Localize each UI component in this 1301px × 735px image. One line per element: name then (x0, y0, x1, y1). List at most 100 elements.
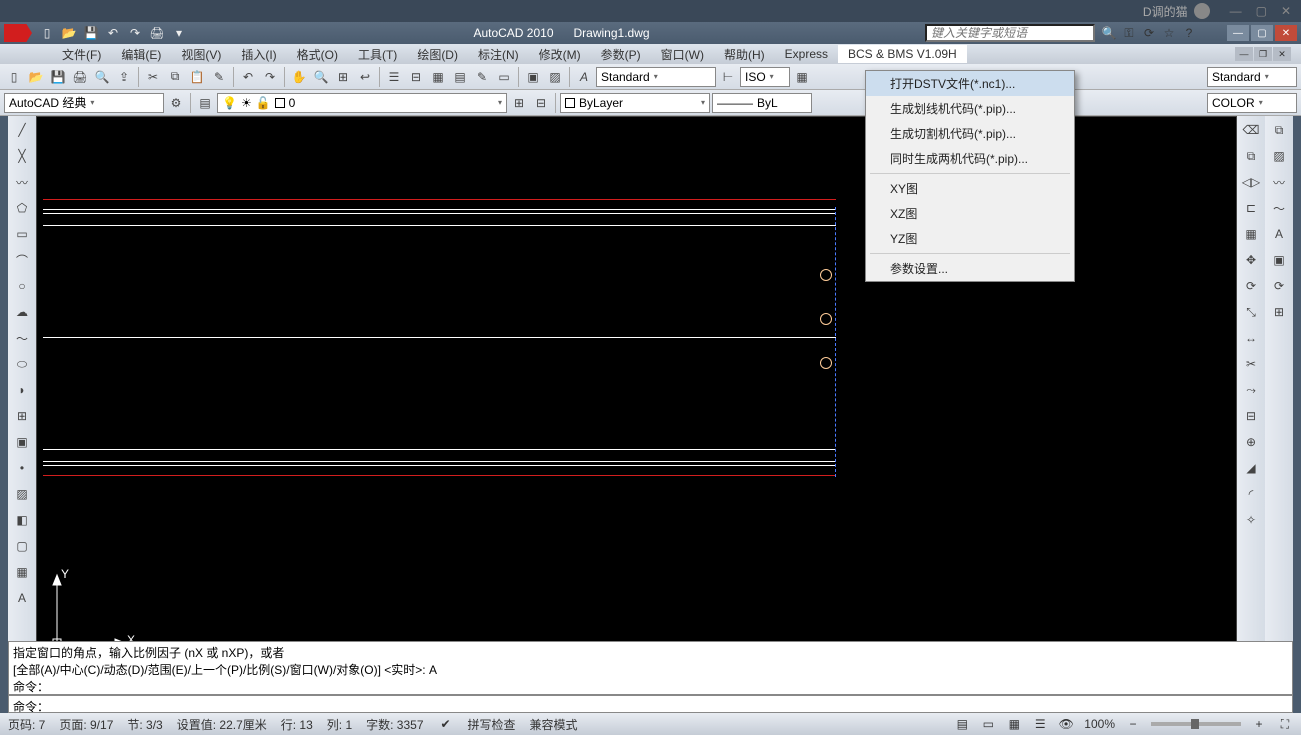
sheetset-icon[interactable]: ▤ (450, 67, 470, 87)
view-web-icon[interactable]: ▦ (1006, 716, 1022, 732)
zoom-value[interactable]: 100% (1084, 717, 1115, 731)
rectangle-icon[interactable]: ▭ (12, 224, 32, 244)
calc-icon[interactable]: ▭ (494, 67, 514, 87)
menu-file[interactable]: 文件(F) (52, 44, 111, 65)
autocad-logo-icon[interactable] (4, 24, 32, 42)
layer-iso-icon[interactable]: ⊟ (531, 93, 551, 113)
fillet-icon[interactable]: ◜ (1241, 484, 1261, 504)
lineweight-combo[interactable]: ——— ByL (712, 93, 812, 113)
break-icon[interactable]: ⊟ (1241, 406, 1261, 426)
ellipse-icon[interactable]: ⬭ (12, 354, 32, 374)
match-icon[interactable]: ✎ (209, 67, 229, 87)
os-close-icon[interactable]: ✕ (1281, 4, 1291, 18)
menu-xz-view[interactable]: XZ图 (866, 201, 1074, 226)
draworder-icon[interactable]: ⧉ (1269, 120, 1289, 140)
offset-icon[interactable]: ⊏ (1241, 198, 1261, 218)
copy-icon[interactable]: ⧉ (1241, 146, 1261, 166)
help-icon[interactable]: ? (1181, 25, 1197, 41)
menu-window[interactable]: 窗口(W) (651, 44, 714, 65)
infocenter-search-input[interactable] (925, 24, 1095, 42)
extend-icon[interactable]: ⤳ (1241, 380, 1261, 400)
scale-icon[interactable]: ⤡ (1241, 302, 1261, 322)
mtext-icon[interactable]: A (12, 588, 32, 608)
hatch-icon[interactable]: ▨ (545, 67, 565, 87)
menu-edit[interactable]: 编辑(E) (111, 44, 171, 65)
view-read-icon[interactable]: ▭ (980, 716, 996, 732)
spline-icon[interactable]: 〜 (12, 328, 32, 348)
join-icon[interactable]: ⊕ (1241, 432, 1261, 452)
markup-icon[interactable]: ✎ (472, 67, 492, 87)
preview-icon[interactable]: 🔍 (92, 67, 112, 87)
open-icon[interactable]: 📂 (60, 24, 78, 42)
menu-modify[interactable]: 修改(M) (529, 44, 591, 65)
favorite-icon[interactable]: ☆ (1161, 25, 1177, 41)
layer-prop-icon[interactable]: ▤ (195, 93, 215, 113)
dim-icon[interactable]: ⊢ (718, 67, 738, 87)
zoom-in-icon[interactable]: + (1251, 716, 1267, 732)
menu-insert[interactable]: 插入(I) (231, 44, 286, 65)
polygon-icon[interactable]: ⬠ (12, 198, 32, 218)
array-icon[interactable]: ▦ (1241, 224, 1261, 244)
polyline-icon[interactable]: 〰 (12, 172, 32, 192)
maximize-button[interactable]: ▢ (1251, 25, 1273, 41)
zoom-prev-icon[interactable]: ↩ (355, 67, 375, 87)
block-icon[interactable]: ▣ (523, 67, 543, 87)
menu-params[interactable]: 参数设置... (866, 256, 1074, 281)
paste-icon[interactable]: 📋 (187, 67, 207, 87)
xref-icon[interactable]: ⊞ (1269, 302, 1289, 322)
explode-icon[interactable]: ✧ (1241, 510, 1261, 530)
qat-dropdown-icon[interactable]: ▾ (170, 24, 188, 42)
zoom-out-icon[interactable]: − (1125, 716, 1141, 732)
menu-parametric[interactable]: 参数(P) (591, 44, 651, 65)
publish-icon[interactable]: ⇪ (114, 67, 134, 87)
stretch-icon[interactable]: ↔ (1241, 328, 1261, 348)
makeblock-icon[interactable]: ▣ (12, 432, 32, 452)
attedit-icon[interactable]: A (1269, 224, 1289, 244)
splinedit-icon[interactable]: 〜 (1269, 198, 1289, 218)
doc-restore-button[interactable]: ❐ (1254, 47, 1272, 61)
sync-icon[interactable]: ⟳ (1269, 276, 1289, 296)
arc-icon[interactable]: ⌒ (12, 250, 32, 270)
zoom-rt-icon[interactable]: 🔍 (311, 67, 331, 87)
menu-help[interactable]: 帮助(H) (714, 44, 775, 65)
dim-style-combo[interactable]: ISO ▾ (740, 67, 790, 87)
table-icon[interactable]: ▦ (12, 562, 32, 582)
blockedit-icon[interactable]: ▣ (1269, 250, 1289, 270)
circle-icon[interactable]: ○ (12, 276, 32, 296)
menu-express[interactable]: Express (775, 45, 838, 63)
pan-icon[interactable]: ✋ (289, 67, 309, 87)
comm-icon[interactable]: ⟳ (1141, 25, 1157, 41)
zoom-slider[interactable] (1151, 722, 1241, 726)
search-binoculars-icon[interactable]: 🔍 (1101, 25, 1117, 41)
undo-icon[interactable]: ↶ (104, 24, 122, 42)
gradient-icon[interactable]: ◧ (12, 510, 32, 530)
plotstyle-combo[interactable]: COLOR ▾ (1207, 93, 1297, 113)
table-icon[interactable]: ▦ (792, 67, 812, 87)
menu-bcs-bms[interactable]: BCS & BMS V1.09H (838, 45, 967, 63)
save-icon[interactable]: 💾 (48, 67, 68, 87)
doc-close-button[interactable]: ✕ (1273, 47, 1291, 61)
view-print-icon[interactable]: ▤ (954, 716, 970, 732)
line-icon[interactable]: ╱ (12, 120, 32, 140)
print-icon[interactable]: 🖨 (148, 24, 166, 42)
menu-gen-scribe[interactable]: 生成划线机代码(*.pip)... (866, 96, 1074, 121)
os-min-icon[interactable]: — (1230, 4, 1242, 18)
ellipsearc-icon[interactable]: ◗ (12, 380, 32, 400)
key-icon[interactable]: ⚿ (1121, 25, 1137, 41)
undo-icon[interactable]: ↶ (238, 67, 258, 87)
gear-icon[interactable]: ⚙ (166, 93, 186, 113)
erase-icon[interactable]: ⌫ (1241, 120, 1261, 140)
menu-xy-view[interactable]: XY图 (866, 176, 1074, 201)
toolpalette-icon[interactable]: ▦ (428, 67, 448, 87)
menu-dimension[interactable]: 标注(N) (468, 44, 529, 65)
menu-tools[interactable]: 工具(T) (348, 44, 407, 65)
cut-icon[interactable]: ✂ (143, 67, 163, 87)
revcloud-icon[interactable]: ☁ (12, 302, 32, 322)
hatch-icon[interactable]: ▨ (12, 484, 32, 504)
menu-view[interactable]: 视图(V) (171, 44, 231, 65)
layer-state-icon[interactable]: ⊞ (509, 93, 529, 113)
xline-icon[interactable]: ╳ (12, 146, 32, 166)
copy-icon[interactable]: ⧉ (165, 67, 185, 87)
spellcheck-icon[interactable]: ✔ (438, 716, 454, 732)
menu-draw[interactable]: 绘图(D) (407, 44, 468, 65)
